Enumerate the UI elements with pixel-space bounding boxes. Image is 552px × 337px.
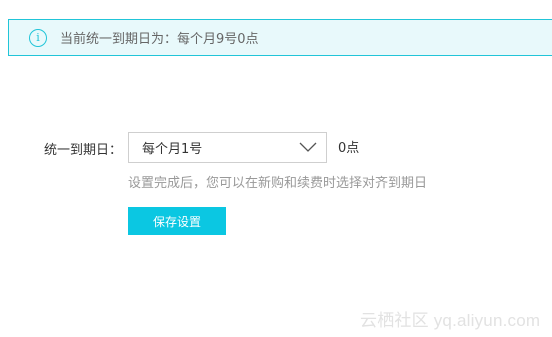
- notice-text: 当前统一到期日为：每个月9号0点: [60, 32, 259, 47]
- hint-text: 设置完成后，您可以在新购和续费时选择对齐到期日: [128, 176, 428, 191]
- due-date-select-value: 每个月1号: [142, 142, 203, 157]
- save-settings-button[interactable]: 保存设置: [128, 207, 226, 235]
- chevron-down-icon: [299, 142, 317, 152]
- info-icon: i: [29, 28, 47, 47]
- due-date-select[interactable]: 每个月1号: [128, 132, 327, 163]
- hour-unit: 0点: [338, 141, 360, 156]
- due-date-label: 统一到期日：: [44, 143, 123, 158]
- watermark: 云栖社区 yq.aliyun.com: [360, 311, 541, 330]
- notice-banner: i 当前统一到期日为：每个月9号0点: [8, 19, 552, 56]
